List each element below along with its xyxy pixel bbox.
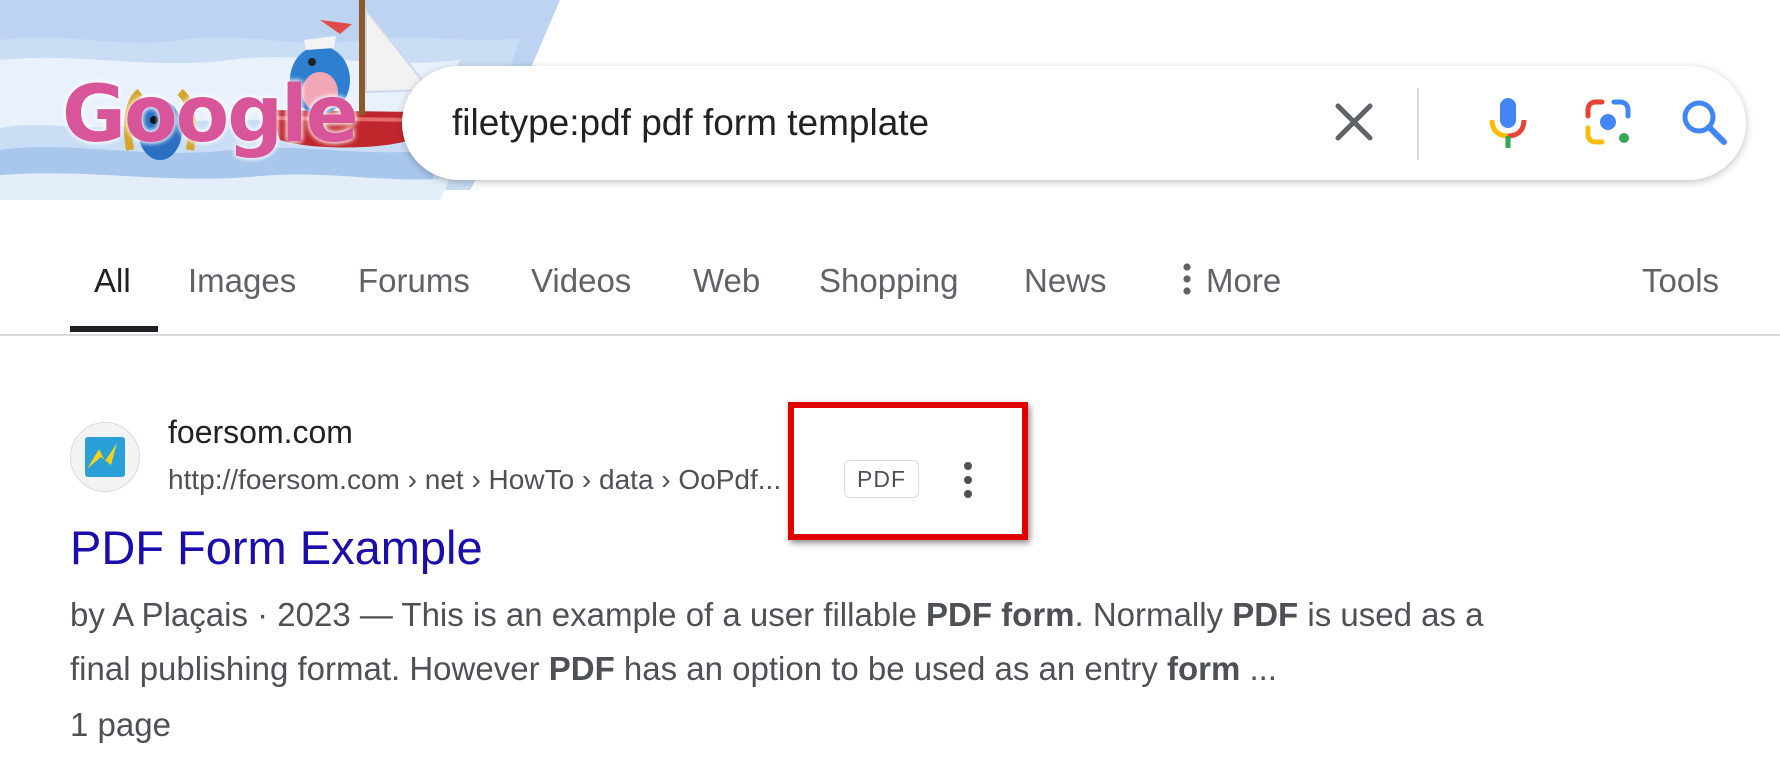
snippet-bold: PDF <box>548 650 615 687</box>
tab-images[interactable]: Images <box>188 262 296 300</box>
snippet-text: ... <box>1240 650 1277 687</box>
tabs-divider <box>0 334 1780 336</box>
close-icon[interactable] <box>1322 90 1386 154</box>
result-url[interactable]: http://foersom.com › net › HowTo › data … <box>168 464 781 496</box>
active-tab-indicator <box>70 326 158 332</box>
vertical-dots-icon <box>1182 262 1192 304</box>
search-bar-divider <box>1417 88 1419 160</box>
tab-web[interactable]: Web <box>693 262 760 300</box>
result-page-count: 1 page <box>70 706 171 743</box>
tab-forums[interactable]: Forums <box>358 262 470 300</box>
search-icon[interactable] <box>1672 90 1736 154</box>
result-snippet-line-2: final publishing format. However PDF has… <box>70 650 1277 688</box>
snippet-text: final publishing format. However <box>70 650 549 687</box>
tab-more[interactable]: More <box>1182 262 1281 304</box>
tab-videos[interactable]: Videos <box>531 262 631 300</box>
snippet-text: has an option to be used as an entry <box>614 650 1167 687</box>
tab-all[interactable]: All <box>94 262 131 300</box>
search-input[interactable]: filetype:pdf pdf form template <box>452 102 929 144</box>
tab-news[interactable]: News <box>1024 262 1107 300</box>
site-favicon[interactable] <box>70 422 140 492</box>
result-title-link[interactable]: PDF Form Example <box>70 520 483 575</box>
annotation-highlight-box <box>788 402 1028 540</box>
snippet-bold: PDF form <box>926 596 1075 633</box>
camera-lens-icon[interactable] <box>1576 90 1640 154</box>
foersom-logo-icon <box>85 437 125 477</box>
result-site-name[interactable]: foersom.com <box>168 414 353 451</box>
snippet-text: . Normally <box>1074 596 1233 633</box>
tools-button[interactable]: Tools <box>1642 262 1719 300</box>
tab-more-label: More <box>1206 262 1282 299</box>
google-logo-text: Google <box>62 70 359 160</box>
search-bar[interactable]: filetype:pdf pdf form template <box>402 66 1746 180</box>
mic-icon[interactable] <box>1476 90 1540 154</box>
search-tabs: All Images Forums Videos Web Shopping Ne… <box>0 240 1780 336</box>
snippet-bold: form <box>1166 650 1241 687</box>
tab-shopping[interactable]: Shopping <box>819 262 958 300</box>
snippet-bold: PDF <box>1232 596 1299 633</box>
result-snippet-line-1: by A Plaçais · 2023 — This is an example… <box>70 596 1483 634</box>
snippet-text: by A Plaçais · 2023 — This is an example… <box>70 596 927 633</box>
snippet-text: is used as a <box>1298 596 1484 633</box>
